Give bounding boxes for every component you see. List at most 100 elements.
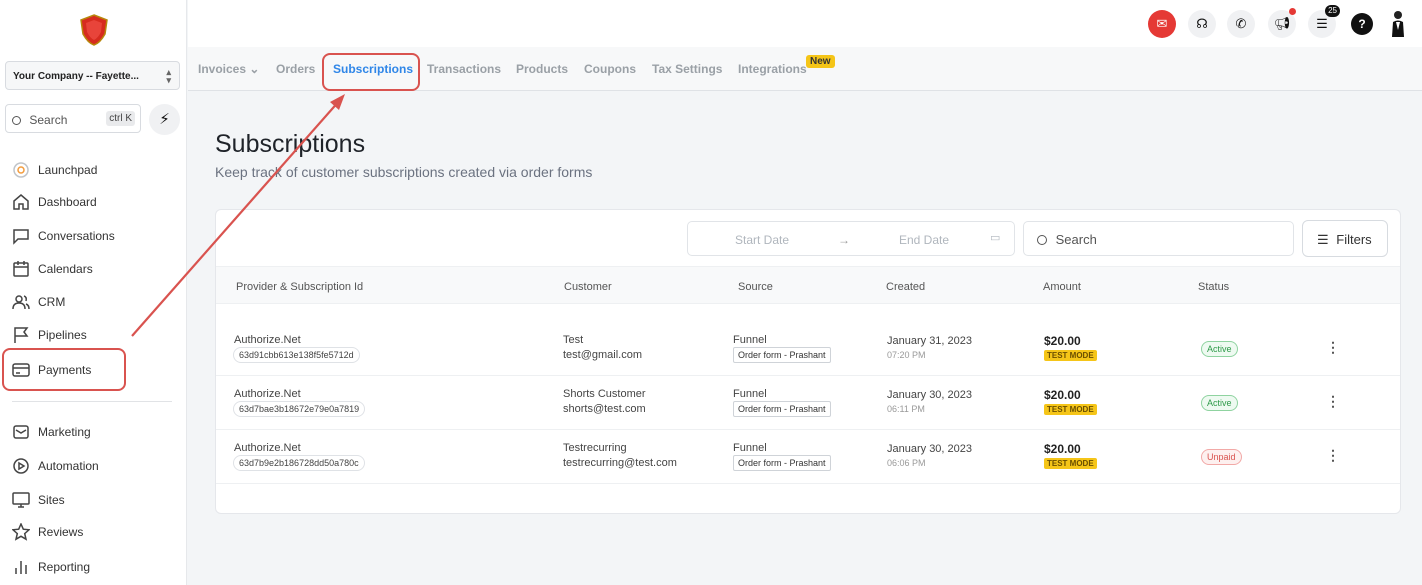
sidebar-item-launchpad[interactable]: Launchpad (11, 159, 97, 181)
created-date: January 30, 2023 (887, 443, 973, 455)
table-header: Provider & Subscription Id Customer Sour… (216, 266, 1400, 304)
filters-button[interactable]: ☰ Filters (1302, 220, 1388, 257)
user-avatar[interactable] (1384, 10, 1412, 38)
created-date: January 31, 2023 (887, 335, 973, 347)
created-time: 06:06 PM (887, 458, 926, 468)
sidebar-item-label: Automation (38, 459, 99, 473)
table-row[interactable]: Authorize.Net 63d91cbb613e138f5fe5712d T… (216, 322, 1400, 376)
monitor-icon (11, 490, 31, 510)
created-time: 06:11 PM (887, 404, 925, 414)
chevron-updown-icon: ▴ ▾ (166, 67, 171, 85)
provider: Authorize.Net (234, 334, 301, 346)
sidebar-item-label: Dashboard (38, 195, 97, 209)
search-input[interactable]: Search (1023, 221, 1294, 256)
tab-transactions[interactable]: Transactions (427, 62, 501, 76)
play-icon (11, 456, 31, 476)
notification-dot (1289, 8, 1296, 15)
subscriptions-card: Start Date → End Date ▭ Search ☰ Filters… (215, 209, 1401, 514)
customer-name: Test (563, 334, 584, 346)
start-date-field[interactable]: Start Date (735, 233, 789, 247)
column-header: Source (738, 281, 773, 293)
sidebar-item-label: Pipelines (38, 328, 87, 342)
source: Funnel (733, 442, 767, 454)
customer-email: testrecurring@test.com (563, 457, 677, 469)
announcement-icon[interactable]: 📢︎ (1268, 8, 1296, 38)
sidebar-item-sites[interactable]: Sites (11, 489, 65, 511)
sidebar-item-calendars[interactable]: Calendars (11, 258, 93, 280)
column-header: Provider & Subscription Id (236, 281, 364, 293)
sidebar-item-label: Marketing (38, 425, 91, 439)
sidebar-item-pipelines[interactable]: Pipelines (11, 324, 87, 346)
sidebar-item-conversations[interactable]: Conversations (11, 225, 115, 247)
tab-tax-settings[interactable]: Tax Settings (652, 62, 722, 76)
more-options-icon[interactable]: ⋮ (1326, 447, 1340, 464)
table-row[interactable]: Authorize.Net 63d7b9e2b186728dd50a780c T… (216, 430, 1400, 484)
amount: $20.00 (1044, 388, 1081, 402)
sidebar-divider (12, 401, 172, 402)
company-name: Your Company -- Fayette... (13, 71, 139, 82)
tasks-icon[interactable]: ☰ 25 (1308, 5, 1340, 38)
test-mode-badge: TEST MODE (1044, 350, 1097, 361)
provider: Authorize.Net (234, 388, 301, 400)
sidebar-search[interactable]: Search ctrl K (5, 104, 141, 133)
tab-orders[interactable]: Orders (276, 62, 315, 76)
sidebar-item-crm[interactable]: CRM (11, 291, 65, 313)
help-icon[interactable]: ? (1351, 13, 1373, 35)
arrow-right-icon: → (838, 233, 850, 247)
source-detail: Order form - Prashant (733, 347, 831, 363)
end-date-field[interactable]: End Date (899, 233, 949, 247)
column-header: Status (1198, 281, 1230, 293)
search-icon (1037, 235, 1047, 245)
users-icon (11, 292, 31, 312)
filters-label: Filters (1336, 232, 1372, 247)
tab-label: Invoices (198, 62, 247, 76)
sidebar-item-label: CRM (38, 295, 66, 309)
flag-icon (11, 325, 31, 345)
subscriptions-highlight-box (322, 53, 420, 91)
company-switcher[interactable]: Your Company -- Fayette... ▴ ▾ (5, 61, 180, 90)
tab-products[interactable]: Products (516, 62, 568, 76)
sidebar: Your Company -- Fayette... ▴ ▾ Search ctr… (0, 0, 187, 585)
app-icon[interactable]: ✉ (1148, 10, 1176, 38)
test-mode-badge: TEST MODE (1044, 458, 1097, 469)
customer-email: shorts@test.com (563, 403, 646, 415)
created-time: 07:20 PM (887, 350, 926, 360)
page-subtitle: Keep track of customer subscriptions cre… (215, 164, 593, 180)
support-icon[interactable]: ☊ (1188, 10, 1216, 38)
sidebar-item-marketing[interactable]: Marketing (11, 421, 91, 443)
mail-icon (11, 422, 31, 442)
sidebar-item-automation[interactable]: Automation (11, 455, 99, 477)
sidebar-item-reporting[interactable]: Reporting (11, 556, 90, 578)
sidebar-item-label: Calendars (38, 262, 93, 276)
new-badge: New (806, 55, 835, 68)
more-options-icon[interactable]: ⋮ (1326, 393, 1340, 410)
sidebar-item-reviews[interactable]: Reviews (11, 521, 83, 543)
filter-icon: ☰ (1317, 232, 1329, 247)
sidebar-item-label: Sites (38, 493, 65, 507)
bar-chart-icon (11, 557, 31, 577)
table-row[interactable]: Authorize.Net 63d7bae3b18672e79e0a7819 S… (216, 376, 1400, 430)
chat-icon (11, 226, 31, 246)
sidebar-item-dashboard[interactable]: Dashboard (11, 191, 97, 213)
home-icon (11, 192, 31, 212)
more-options-icon[interactable]: ⋮ (1326, 339, 1340, 356)
star-icon (11, 522, 31, 542)
source-detail: Order form - Prashant (733, 401, 831, 417)
subscription-id: 63d7bae3b18672e79e0a7819 (233, 401, 366, 417)
quick-action-button[interactable]: ⚡︎ (149, 104, 180, 135)
search-shortcut: ctrl K (106, 111, 135, 126)
column-header: Customer (564, 281, 612, 293)
subscription-id: 63d7b9e2b186728dd50a780c (233, 455, 365, 471)
tab-coupons[interactable]: Coupons (584, 62, 636, 76)
tab-integrations[interactable]: Integrations (738, 62, 807, 76)
status-badge: Active (1201, 341, 1238, 357)
source: Funnel (733, 334, 767, 346)
subscription-id: 63d91cbb613e138f5fe5712d (233, 347, 360, 363)
calendar-icon[interactable]: ▭ (990, 231, 1000, 244)
status-badge: Active (1201, 395, 1238, 411)
phone-icon[interactable]: ✆ (1227, 10, 1255, 38)
date-range-picker[interactable]: Start Date → End Date ▭ (687, 221, 1015, 256)
source: Funnel (733, 388, 767, 400)
tab-invoices[interactable]: Invoices ⌄ (198, 62, 259, 76)
calendar-icon (11, 259, 31, 279)
